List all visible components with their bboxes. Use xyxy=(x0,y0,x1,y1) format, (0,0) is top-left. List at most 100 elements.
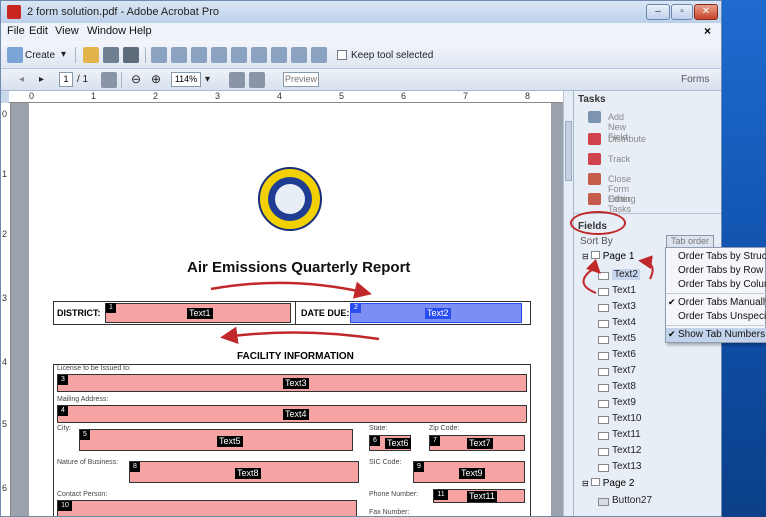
menu-file[interactable]: File xyxy=(7,25,25,37)
ruler-tick-label: 0 xyxy=(29,91,35,101)
annotation-arrows xyxy=(210,281,380,344)
tab-order-context-menu: Order Tabs by Structure Order Tabs by Ro… xyxy=(665,247,766,343)
form-radio-icon[interactable] xyxy=(191,47,207,63)
field-label: Text4 xyxy=(612,317,636,328)
text-field-icon xyxy=(598,368,609,376)
field-label: Text13 xyxy=(612,461,642,472)
form-signature-icon[interactable] xyxy=(271,47,287,63)
navigation-toolbar: ◂ ▸ 1 / 1 ⊖ ⊕ 114% ▾ Preview Forms xyxy=(1,69,721,91)
preview-button[interactable]: Preview xyxy=(283,72,319,87)
field-label: Text10 xyxy=(612,413,642,424)
separator xyxy=(75,47,76,63)
field-label: Text3 xyxy=(612,301,636,312)
text-field-icon xyxy=(598,416,609,424)
field-label: Text6 xyxy=(612,349,636,360)
track-icon xyxy=(588,153,601,165)
ruler-tick-label: 2 xyxy=(153,91,159,101)
form-listbox-icon[interactable] xyxy=(211,47,227,63)
field-label: Text7 xyxy=(612,365,636,376)
ruler-tick-label: 1 xyxy=(2,169,8,179)
divider xyxy=(666,325,766,326)
other-tasks-icon xyxy=(588,193,601,205)
fit-width-icon[interactable] xyxy=(229,72,245,88)
form-dropdown-icon[interactable] xyxy=(231,47,247,63)
scroll-thumb[interactable] xyxy=(565,121,572,181)
reorder-annotation-arrow xyxy=(582,255,654,294)
forms-label[interactable]: Forms xyxy=(681,74,709,85)
task-label: Other Tasks xyxy=(608,194,632,214)
menu-order-by-column[interactable]: Order Tabs by Column xyxy=(678,279,766,290)
ruler-tick-label: 5 xyxy=(2,419,8,429)
create-dropdown-icon[interactable]: ▾ xyxy=(61,49,66,60)
text-field-icon xyxy=(598,304,609,312)
minimize-button[interactable]: – xyxy=(646,4,670,20)
button-field-icon xyxy=(598,498,609,506)
zoom-input[interactable]: 114% xyxy=(171,72,201,87)
tree-page2[interactable]: ⊟ Page 2 xyxy=(582,478,634,492)
form-barcode-icon[interactable] xyxy=(291,47,307,63)
form-text-field-icon[interactable] xyxy=(151,47,167,63)
text-field-icon xyxy=(598,384,609,392)
create-icon xyxy=(7,47,23,63)
menu-help[interactable]: Help xyxy=(129,25,152,37)
menu-order-manually[interactable]: Order Tabs Manually xyxy=(678,297,766,308)
doc-close-icon[interactable]: × xyxy=(704,24,711,38)
zoom-dropdown-icon[interactable]: ▾ xyxy=(205,74,210,85)
acrobat-window: 2 form solution.pdf - Adobe Acrobat Pro … xyxy=(0,0,722,517)
prev-page-icon[interactable]: ◂ xyxy=(19,74,24,85)
fit-page-icon[interactable] xyxy=(249,72,265,88)
form-button-icon[interactable] xyxy=(251,47,267,63)
close-form-icon xyxy=(588,173,601,185)
open-folder-icon[interactable] xyxy=(83,47,99,63)
pdf-page: Air Emissions Quarterly Report DISTRICT:… xyxy=(29,103,551,516)
ruler-tick-label: 4 xyxy=(2,357,8,367)
form-preview-icon[interactable] xyxy=(311,47,327,63)
print-icon[interactable] xyxy=(123,47,139,63)
tasks-header[interactable]: Tasks xyxy=(578,94,606,105)
text-field-icon xyxy=(598,400,609,408)
menu-order-by-structure[interactable]: Order Tabs by Structure xyxy=(678,251,766,262)
task-label: Track xyxy=(608,154,631,164)
keep-tool-checkbox[interactable] xyxy=(337,50,347,60)
menu-show-tab-numbers[interactable]: Show Tab Numbers xyxy=(678,329,765,340)
form-checkbox-icon[interactable] xyxy=(171,47,187,63)
text-field-icon xyxy=(598,336,609,344)
menu-order-by-row[interactable]: Order Tabs by Row xyxy=(678,265,763,276)
select-hand-icon[interactable] xyxy=(101,72,117,88)
close-button[interactable]: ✕ xyxy=(694,4,718,20)
field-label: Text8 xyxy=(612,381,636,392)
separator xyxy=(145,47,146,63)
field-label: Text5 xyxy=(612,333,636,344)
maximize-button[interactable]: ▫ xyxy=(671,4,693,20)
ruler-tick-label: 8 xyxy=(525,91,531,101)
add-field-icon xyxy=(588,111,601,123)
ruler-tick-label: 7 xyxy=(463,91,469,101)
task-label: Distribute xyxy=(608,134,647,144)
checkmark-icon: ✔ xyxy=(668,297,676,307)
field-label: Button27 xyxy=(612,495,653,506)
menu-window[interactable]: Window xyxy=(87,25,126,37)
menu-view[interactable]: View xyxy=(55,25,79,37)
menu-order-unspecified[interactable]: Order Tabs Unspecified xyxy=(678,311,766,322)
field-label: Text9 xyxy=(612,397,636,408)
zoom-out-icon[interactable]: ⊖ xyxy=(131,72,141,86)
page-number-input[interactable]: 1 xyxy=(59,72,73,87)
ruler-tick-label: 6 xyxy=(401,91,407,101)
create-button[interactable]: Create xyxy=(25,50,55,61)
page2-label: Page 2 xyxy=(602,478,635,489)
menu-bar: File Edit View Window Help × xyxy=(1,23,721,41)
field-label: Text12 xyxy=(612,445,642,456)
save-icon[interactable] xyxy=(103,47,119,63)
checkmark-icon: ✔ xyxy=(668,329,676,339)
ruler-tick-label: 6 xyxy=(2,483,8,493)
main-toolbar: Create ▾ Keep tool selected xyxy=(1,41,721,69)
menu-edit[interactable]: Edit xyxy=(29,25,48,37)
document-scrollbar[interactable] xyxy=(563,91,573,516)
ruler-tick-label: 4 xyxy=(277,91,283,101)
zoom-in-icon[interactable]: ⊕ xyxy=(151,72,161,86)
title-bar: 2 form solution.pdf - Adobe Acrobat Pro … xyxy=(1,1,721,23)
document-area: Air Emissions Quarterly Report DISTRICT:… xyxy=(11,103,563,516)
sort-by-button[interactable]: Sort By xyxy=(580,236,613,247)
page-icon xyxy=(590,478,600,486)
next-page-icon[interactable]: ▸ xyxy=(39,74,44,85)
